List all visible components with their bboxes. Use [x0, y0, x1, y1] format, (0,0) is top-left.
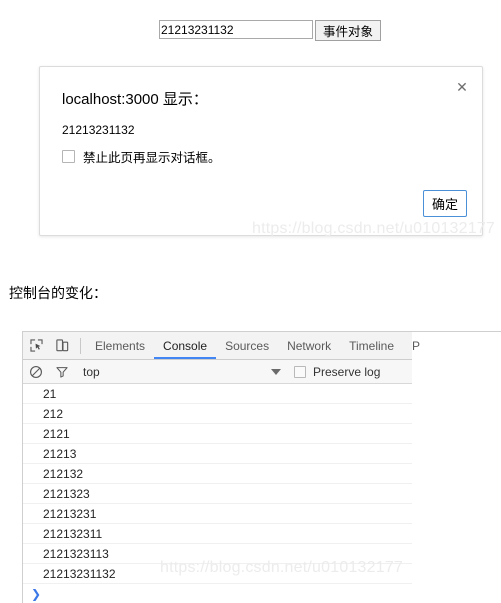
device-toolbar-icon[interactable]	[49, 333, 75, 359]
dialog-title: localhost:3000 显示：	[62, 91, 208, 108]
tab-elements[interactable]: Elements	[86, 332, 154, 359]
preserve-log-checkbox[interactable]	[294, 365, 306, 378]
alert-dialog: ✕ localhost:3000 显示： 21213231132 禁止此页再显示…	[39, 66, 483, 236]
tab-console[interactable]: Console	[154, 332, 217, 359]
console-row[interactable]: 21213231132	[23, 564, 412, 584]
suppress-dialog-row[interactable]: 禁止此页再显示对话框。	[62, 147, 221, 166]
clear-console-icon[interactable]	[23, 359, 49, 385]
text-input[interactable]	[159, 20, 313, 39]
devtools-panel: Elements Console Sources Network Timelin…	[22, 331, 501, 603]
console-row[interactable]: 21	[23, 384, 412, 404]
console-prompt[interactable]: ❯	[23, 584, 501, 603]
preserve-log-label: Preserve log	[313, 364, 381, 379]
console-row[interactable]: 2121323113	[23, 544, 412, 564]
console-context-selector[interactable]: top	[83, 365, 100, 379]
tab-timeline[interactable]: Timeline	[340, 332, 403, 359]
console-row[interactable]: 212132311	[23, 524, 412, 544]
console-row[interactable]: 212132	[23, 464, 412, 484]
preserve-log-row[interactable]: Preserve log	[294, 365, 380, 379]
devtools-tabbar: Elements Console Sources Network Timelin…	[23, 332, 420, 360]
suppress-dialog-label: 禁止此页再显示对话框。	[83, 151, 221, 165]
event-object-button[interactable]: 事件对象	[315, 20, 382, 41]
console-row[interactable]: 2121	[23, 424, 412, 444]
section-heading: 控制台的变化：	[9, 285, 107, 301]
suppress-dialog-checkbox[interactable]	[62, 150, 75, 163]
console-row[interactable]: 2121323	[23, 484, 412, 504]
console-filter-bar: top Preserve log	[23, 360, 412, 384]
console-row[interactable]: 212	[23, 404, 412, 424]
tab-profiles[interactable]: P	[403, 332, 429, 359]
chevron-down-icon[interactable]	[271, 368, 281, 375]
tabbar-divider	[80, 337, 81, 354]
console-row[interactable]: 21213	[23, 444, 412, 464]
page-form: 事件对象	[159, 20, 382, 41]
console-row[interactable]: 21213231	[23, 504, 412, 524]
tab-network[interactable]: Network	[278, 332, 340, 359]
tab-sources[interactable]: Sources	[216, 332, 278, 359]
inspect-element-icon[interactable]	[23, 333, 49, 359]
console-output: 21 212 2121 21213 212132 2121323 2121323…	[23, 384, 501, 603]
close-icon[interactable]: ✕	[454, 80, 470, 96]
dialog-message: 21213231132	[62, 123, 135, 137]
filter-icon[interactable]	[49, 359, 75, 385]
confirm-button[interactable]: 确定	[422, 190, 467, 217]
